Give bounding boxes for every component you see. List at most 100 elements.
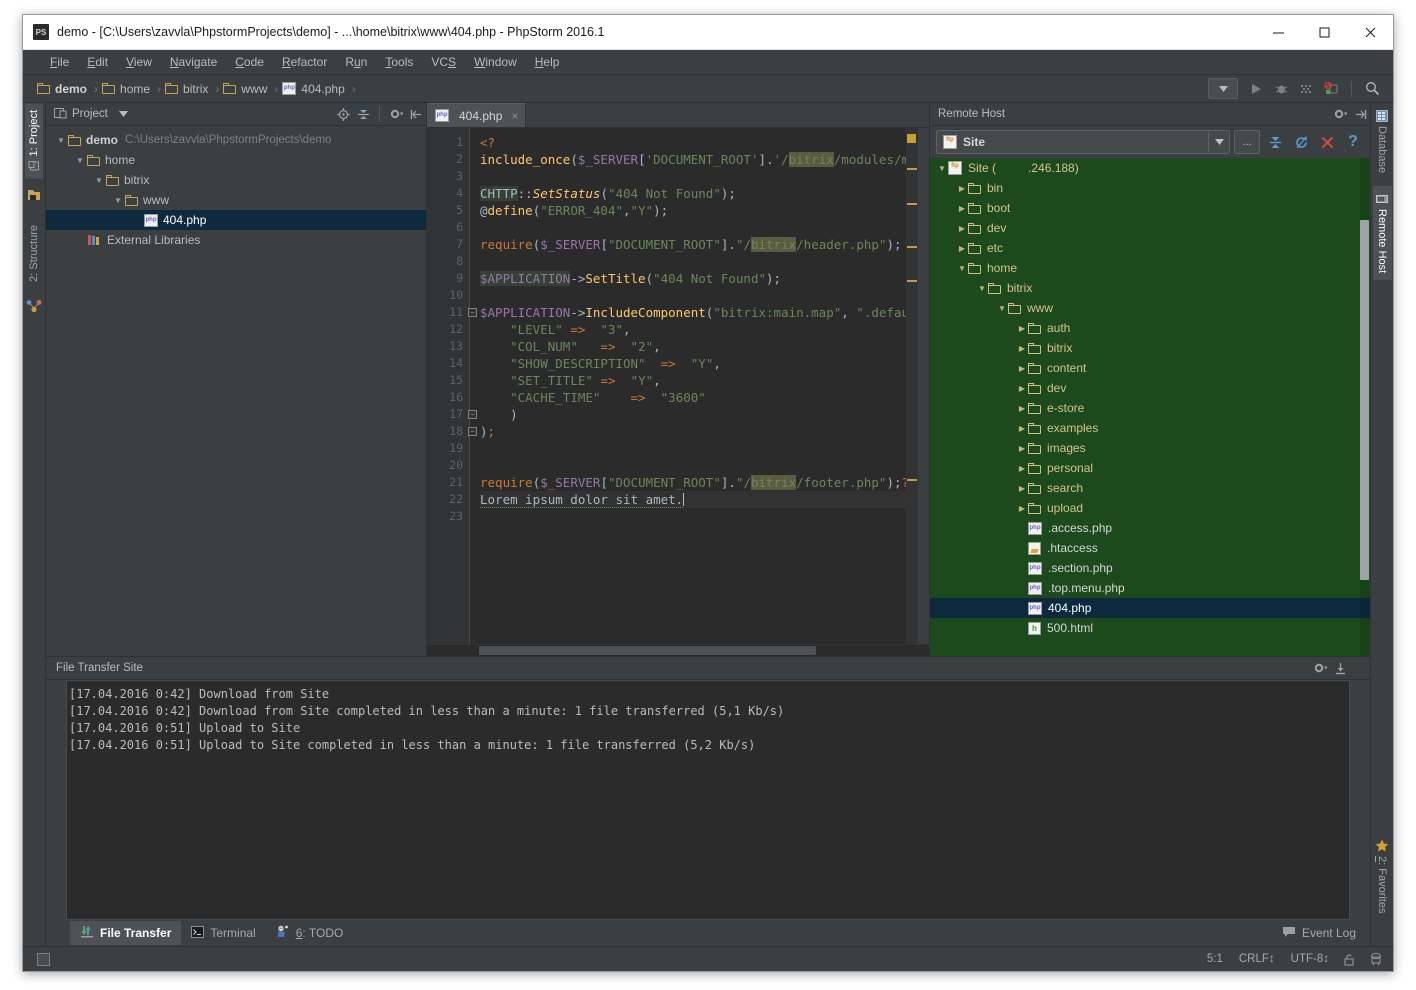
menu-code[interactable]: Code <box>226 53 273 71</box>
chevron-right-icon[interactable]: ▶ <box>1016 324 1028 333</box>
remote-tree-row[interactable]: ▶etc <box>930 238 1370 258</box>
line-number[interactable]: 6 <box>427 219 469 236</box>
line-number[interactable]: 16 <box>427 389 469 406</box>
hector-icon[interactable] <box>1369 952 1383 966</box>
collapse-all-icon[interactable] <box>353 104 373 124</box>
line-number[interactable]: 7 <box>427 236 469 253</box>
chevron-down-icon[interactable]: ▼ <box>111 196 125 205</box>
remote-tree-row[interactable]: ▶content <box>930 358 1370 378</box>
remote-tree-row[interactable]: ▶boot <box>930 198 1370 218</box>
remote-tree-row[interactable]: .htaccess <box>930 538 1370 558</box>
chevron-right-icon[interactable]: ▶ <box>956 204 968 213</box>
line-number[interactable]: 8 <box>427 253 469 270</box>
remote-tree-row[interactable]: ▶personal <box>930 458 1370 478</box>
locate-file-icon[interactable] <box>333 104 353 124</box>
hide-panel-icon[interactable] <box>1350 104 1370 124</box>
remote-tree-row[interactable]: ▶upload <box>930 498 1370 518</box>
chevron-right-icon[interactable]: ▶ <box>1016 484 1028 493</box>
editor-vertical-scrollbar[interactable] <box>918 128 929 644</box>
breadcrumb-404php[interactable]: 404.php › <box>282 82 359 96</box>
project-tree[interactable]: ▼demoC:\Users\zavvla\PhpstormProjects\de… <box>46 126 426 656</box>
search-everywhere-icon[interactable] <box>1361 79 1383 99</box>
remote-tree-row[interactable]: ▶examples <box>930 418 1370 438</box>
remote-tree-row[interactable]: ▶bitrix <box>930 338 1370 358</box>
line-number[interactable]: 17− <box>427 406 469 423</box>
line-number[interactable]: 5 <box>427 202 469 219</box>
disconnect-icon[interactable] <box>1316 131 1338 153</box>
debug-icon[interactable] <box>1270 79 1292 99</box>
change-marker[interactable] <box>907 246 917 248</box>
inspection-status-marker[interactable] <box>907 134 916 143</box>
remote-tree-row[interactable]: .access.php <box>930 518 1370 538</box>
menu-edit[interactable]: Edit <box>78 53 117 71</box>
line-number[interactable]: 1 <box>427 134 469 151</box>
chevron-down-icon[interactable]: ▼ <box>976 284 988 293</box>
settings-gear-icon[interactable] <box>1330 104 1350 124</box>
editor-change-markers[interactable] <box>906 128 918 644</box>
line-number[interactable]: 3 <box>427 168 469 185</box>
project-tree-row[interactable]: External Libraries <box>46 230 426 250</box>
file-transfer-log[interactable]: [17.04.2016 0:42] Download from Site[17.… <box>66 680 1350 920</box>
export-icon[interactable] <box>1330 658 1350 678</box>
chevron-down-icon[interactable]: ▼ <box>92 176 106 185</box>
code-area[interactable]: <? include_once($_SERVER['DOCUMENT_ROOT'… <box>470 128 906 644</box>
remote-tree-row[interactable]: ▼bitrix <box>930 278 1370 298</box>
breadcrumb-home[interactable]: home › <box>102 82 165 96</box>
remote-file-tree[interactable]: ▼Site (.246.188)▶bin▶boot▶dev▶etc▼home▼b… <box>930 158 1370 656</box>
project-tree-row[interactable]: 404.php <box>46 210 426 230</box>
line-number[interactable]: 19 <box>427 440 469 457</box>
sidebar-item-structure[interactable]: 2: Structure <box>25 218 43 293</box>
remote-scroll-thumb[interactable] <box>1360 220 1369 580</box>
close-tab-icon[interactable]: × <box>511 109 518 123</box>
help-icon[interactable]: ? <box>1342 131 1364 153</box>
chevron-down-icon[interactable] <box>119 108 128 120</box>
line-separator[interactable]: CRLF↕ <box>1239 953 1275 965</box>
browse-button[interactable]: ... <box>1234 130 1260 154</box>
line-number[interactable]: 14 <box>427 355 469 372</box>
line-number[interactable]: 12 <box>427 321 469 338</box>
project-tree-row[interactable]: ▼www <box>46 190 426 210</box>
menu-tools[interactable]: Tools <box>376 53 422 71</box>
project-tree-row[interactable]: ▼demoC:\Users\zavvla\PhpstormProjects\de… <box>46 130 426 150</box>
maximize-button[interactable] <box>1301 16 1347 49</box>
chevron-down-icon[interactable] <box>1208 132 1229 152</box>
settings-gear-icon[interactable] <box>386 104 406 124</box>
change-marker[interactable] <box>907 203 917 205</box>
remote-tree-row[interactable]: ▶search <box>930 478 1370 498</box>
menu-navigate[interactable]: Navigate <box>161 53 226 71</box>
chevron-right-icon[interactable]: ▶ <box>956 224 968 233</box>
minimize-button[interactable] <box>1255 16 1301 49</box>
remote-tree-row[interactable]: .top.menu.php <box>930 578 1370 598</box>
sidebar-item-favorites[interactable]: 2: Favorites <box>1372 832 1392 920</box>
chevron-right-icon[interactable]: ▶ <box>1016 384 1028 393</box>
sidebar-item-database[interactable]: Database <box>1373 103 1392 180</box>
chevron-right-icon[interactable]: ▶ <box>1016 504 1028 513</box>
remote-tree-row[interactable]: ▼Site (.246.188) <box>930 158 1370 178</box>
project-tree-row[interactable]: ▼home <box>46 150 426 170</box>
remote-tree-row[interactable]: ▶images <box>930 438 1370 458</box>
chevron-right-icon[interactable]: ▶ <box>1016 344 1028 353</box>
change-marker[interactable] <box>907 479 917 481</box>
chevron-right-icon[interactable]: ▶ <box>1016 404 1028 413</box>
line-number[interactable]: 22 <box>427 491 469 508</box>
lock-icon[interactable] <box>1343 953 1355 966</box>
chevron-down-icon[interactable]: ▼ <box>936 164 948 173</box>
editor-gutter[interactable]: 1234567891011−121314151617−18−1920212223 <box>427 128 469 644</box>
caret-position[interactable]: 5:1 <box>1207 953 1223 965</box>
hide-panel-icon[interactable] <box>406 104 426 124</box>
menu-view[interactable]: View <box>117 53 161 71</box>
change-marker[interactable] <box>907 168 917 170</box>
chevron-down-icon[interactable]: ▼ <box>73 156 87 165</box>
breadcrumb-bitrix[interactable]: bitrix › <box>165 82 223 96</box>
line-number[interactable]: 20 <box>427 457 469 474</box>
chevron-right-icon[interactable]: ▶ <box>1016 464 1028 473</box>
line-number[interactable]: 9 <box>427 270 469 287</box>
remote-tree-row[interactable]: 500.html <box>930 618 1370 638</box>
remote-tree-body[interactable]: ▼Site (.246.188)▶bin▶boot▶dev▶etc▼home▼b… <box>930 158 1370 638</box>
chevron-down-icon[interactable]: ▼ <box>54 136 68 145</box>
line-number[interactable]: 15 <box>427 372 469 389</box>
breadcrumb-www[interactable]: www › <box>223 82 282 96</box>
menu-run[interactable]: Run <box>336 53 376 71</box>
line-number[interactable]: 4 <box>427 185 469 202</box>
remote-tree-row[interactable]: ▶bin <box>930 178 1370 198</box>
